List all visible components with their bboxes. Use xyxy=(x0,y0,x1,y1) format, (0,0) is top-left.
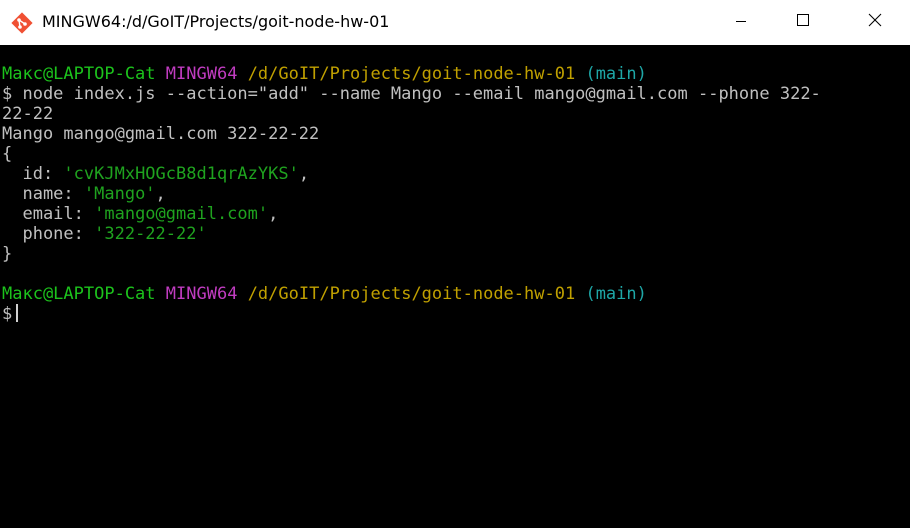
terminal-window: MINGW64:/d/GoIT/Projects/goit-node-hw-01 xyxy=(0,0,910,528)
object-id-line: id: 'cvKJMxHOGcB8d1qrAzYKS', xyxy=(2,164,309,184)
window-title: MINGW64:/d/GoIT/Projects/goit-node-hw-01 xyxy=(42,12,390,31)
title-bar[interactable]: MINGW64:/d/GoIT/Projects/goit-node-hw-01 xyxy=(0,0,910,45)
object-name-line: name: 'Mango', xyxy=(2,184,166,204)
object-value: 'mango@gmail.com' xyxy=(94,204,269,224)
prompt-branch: (main) xyxy=(585,64,647,84)
scrollbar-thumb[interactable] xyxy=(895,55,903,515)
prompt-system: MINGW64 xyxy=(165,64,238,84)
close-button[interactable] xyxy=(852,0,898,45)
prompt-path: /d/GoIT/Projects/goit-node-hw-01 xyxy=(247,64,576,84)
command-line: $ node index.js --action="add" --name Ma… xyxy=(2,84,821,104)
object-value: 'cvKJMxHOGcB8d1qrAzYKS' xyxy=(63,164,299,184)
prompt-user-host: Макс@LAPTOP-Cat xyxy=(2,284,156,304)
output-line: Mango mango@gmail.com 322-22-22 xyxy=(2,124,320,144)
close-icon xyxy=(868,13,882,32)
maximize-button[interactable] xyxy=(780,0,826,45)
prompt-line: Макс@LAPTOP-Cat MINGW64 /d/GoIT/Projects… xyxy=(2,284,647,304)
object-value: 'Mango' xyxy=(83,184,156,204)
terminal-output[interactable]: Макс@LAPTOP-Cat MINGW64 /d/GoIT/Projects… xyxy=(0,45,888,528)
prompt-line: Макс@LAPTOP-Cat MINGW64 /d/GoIT/Projects… xyxy=(2,64,647,84)
object-key: id: xyxy=(2,164,64,184)
prompt-path: /d/GoIT/Projects/goit-node-hw-01 xyxy=(247,284,576,304)
object-comma: , xyxy=(268,204,279,224)
object-close-brace: } xyxy=(2,244,13,264)
prompt-user-host: Макс@LAPTOP-Cat xyxy=(2,64,156,84)
object-phone-line: phone: '322-22-22' xyxy=(2,224,207,244)
prompt-symbol: $ xyxy=(2,304,13,324)
object-comma: , xyxy=(298,164,310,184)
prompt-branch: (main) xyxy=(585,284,647,304)
minimize-button[interactable] xyxy=(718,0,764,45)
object-value: '322-22-22' xyxy=(94,224,207,244)
git-bash-icon[interactable] xyxy=(11,12,33,34)
text-cursor xyxy=(16,304,19,322)
object-open-brace: { xyxy=(2,144,13,164)
command-line-wrap: 22-22 xyxy=(2,104,54,124)
object-key: name: xyxy=(2,184,84,204)
scrollbar[interactable] xyxy=(888,45,910,528)
minimize-icon xyxy=(735,14,747,32)
object-key: email: xyxy=(2,204,95,224)
prompt-system: MINGW64 xyxy=(165,284,238,304)
input-line[interactable]: $ xyxy=(2,304,19,324)
object-key: phone: xyxy=(2,224,95,244)
object-comma: , xyxy=(155,184,166,204)
object-email-line: email: 'mango@gmail.com', xyxy=(2,204,278,224)
maximize-icon xyxy=(796,13,810,32)
